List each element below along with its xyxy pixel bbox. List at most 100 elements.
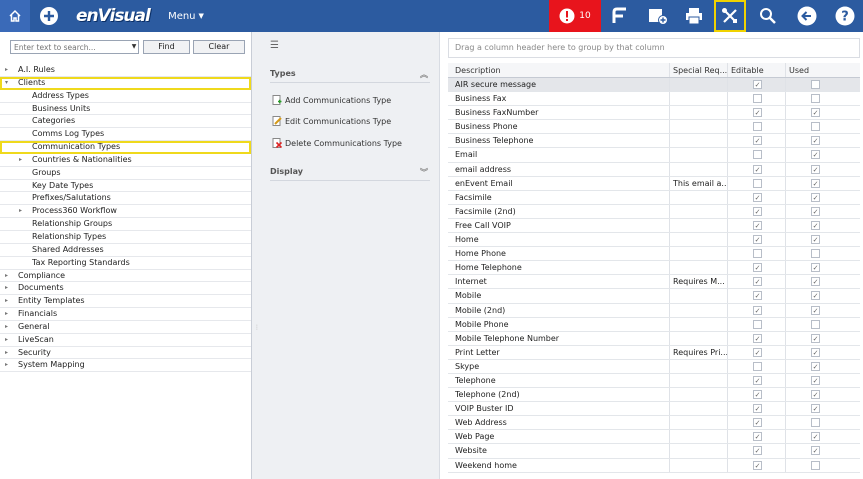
grid-row[interactable]: Weekend home ✓: [448, 458, 860, 473]
grid-row[interactable]: Business Telephone ✓ ✓: [448, 134, 860, 149]
grid-row[interactable]: Web Address ✓: [448, 416, 860, 431]
splitter-grip-icon[interactable]: ⋮: [254, 324, 260, 332]
grid-row[interactable]: Web Page ✓ ✓: [448, 430, 860, 445]
used-checkbox[interactable]: [811, 418, 820, 428]
editable-checkbox-checked[interactable]: ✓: [753, 108, 762, 118]
tree-node[interactable]: Relationship Types: [0, 231, 251, 244]
editable-checkbox-checked[interactable]: ✓: [753, 263, 762, 273]
tree-node[interactable]: ▸ General: [0, 321, 251, 334]
grid-row[interactable]: Mobile Phone: [448, 317, 860, 332]
collapse-up-icon[interactable]: ︽: [420, 69, 428, 80]
grid-row[interactable]: Home Phone: [448, 247, 860, 262]
editable-checkbox-checked[interactable]: ✓: [753, 390, 762, 400]
tree-node[interactable]: Communication Types: [0, 141, 251, 154]
hamburger-icon[interactable]: ☰: [270, 40, 279, 51]
editable-checkbox[interactable]: [753, 178, 762, 188]
delete-communications-type-action[interactable]: Delete Communications Type: [272, 136, 402, 150]
used-checkbox-checked[interactable]: ✓: [811, 404, 820, 414]
tree-node[interactable]: Prefixes/Salutations: [0, 192, 251, 206]
column-header-used[interactable]: Used: [786, 63, 860, 77]
grid-row[interactable]: email address ✓ ✓: [448, 162, 860, 177]
collapsed-arrow-icon[interactable]: ▸: [5, 359, 8, 372]
grid-row[interactable]: Website ✓ ✓: [448, 444, 860, 459]
grid-row[interactable]: VOIP Buster ID ✓ ✓: [448, 402, 860, 417]
tree-node[interactable]: Relationship Groups: [0, 218, 251, 231]
used-checkbox-checked[interactable]: ✓: [811, 277, 820, 287]
used-checkbox[interactable]: [811, 319, 820, 329]
used-checkbox-checked[interactable]: ✓: [811, 446, 820, 456]
used-checkbox[interactable]: [811, 80, 820, 89]
used-checkbox-checked[interactable]: ✓: [811, 361, 820, 371]
back-button[interactable]: [791, 0, 823, 32]
tree-node[interactable]: Categories: [0, 115, 251, 129]
editable-checkbox-checked[interactable]: ✓: [753, 404, 762, 414]
column-header-description[interactable]: Description: [448, 63, 670, 77]
grid-row[interactable]: Home ✓ ✓: [448, 233, 860, 248]
used-checkbox-checked[interactable]: ✓: [811, 108, 820, 118]
tree-node[interactable]: Tax Reporting Standards: [0, 257, 251, 270]
grid-row[interactable]: Facsimile (2nd) ✓ ✓: [448, 204, 860, 219]
grid-row[interactable]: Free Call VOIP ✓ ✓: [448, 218, 860, 234]
app-logo[interactable]: enVisual: [76, 0, 158, 32]
tree-node[interactable]: ▸ LiveScan: [0, 334, 251, 347]
tree-node[interactable]: Address Types: [0, 90, 251, 103]
collapsed-arrow-icon[interactable]: ▸: [5, 270, 8, 283]
collapsed-arrow-icon[interactable]: ▸: [5, 321, 8, 334]
used-checkbox[interactable]: [811, 94, 820, 104]
editable-checkbox-checked[interactable]: ✓: [753, 206, 762, 216]
editable-checkbox-checked[interactable]: ✓: [753, 192, 762, 202]
grid-row[interactable]: Telephone (2nd) ✓ ✓: [448, 388, 860, 403]
tree-node[interactable]: Key Date Types: [0, 180, 251, 193]
editable-checkbox-checked[interactable]: ✓: [753, 305, 762, 315]
collapsed-arrow-icon[interactable]: ▸: [19, 154, 22, 167]
used-checkbox-checked[interactable]: ✓: [811, 220, 820, 230]
editable-checkbox[interactable]: [753, 249, 762, 259]
used-checkbox-checked[interactable]: ✓: [811, 291, 820, 301]
grid-row[interactable]: Email ✓: [448, 148, 860, 163]
editable-checkbox-checked[interactable]: ✓: [753, 164, 762, 174]
grid-row[interactable]: Skype ✓: [448, 359, 860, 374]
add-page-button[interactable]: [641, 0, 675, 32]
grid-row[interactable]: AIR secure message ✓: [448, 78, 860, 93]
column-header-editable[interactable]: Editable: [728, 63, 786, 77]
used-checkbox-checked[interactable]: ✓: [811, 150, 820, 160]
used-checkbox-checked[interactable]: ✓: [811, 305, 820, 315]
used-checkbox-checked[interactable]: ✓: [811, 235, 820, 245]
print-button[interactable]: [677, 0, 711, 32]
editable-checkbox-checked[interactable]: ✓: [753, 333, 762, 343]
used-checkbox-checked[interactable]: ✓: [811, 432, 820, 442]
grid-row[interactable]: Business Phone: [448, 120, 860, 135]
grid-row[interactable]: Mobile ✓ ✓: [448, 289, 860, 304]
tree-node[interactable]: ▾ Clients: [0, 76, 251, 90]
editable-checkbox-checked[interactable]: ✓: [753, 291, 762, 301]
tree-node[interactable]: ▸ Documents: [0, 282, 251, 296]
tools-button[interactable]: [714, 0, 746, 32]
used-checkbox-checked[interactable]: ✓: [811, 136, 820, 146]
used-checkbox-checked[interactable]: ✓: [811, 178, 820, 188]
expanded-arrow-icon[interactable]: ▾: [5, 77, 8, 90]
grid-row[interactable]: Telephone ✓ ✓: [448, 373, 860, 389]
types-section-header[interactable]: Types ︽: [270, 69, 430, 83]
collapsed-arrow-icon[interactable]: ▸: [5, 282, 8, 295]
editable-checkbox-checked[interactable]: ✓: [753, 375, 762, 385]
editable-checkbox-checked[interactable]: ✓: [753, 432, 762, 442]
editable-checkbox[interactable]: [753, 94, 762, 104]
display-section-header[interactable]: Display ︾: [270, 167, 430, 181]
grid-row[interactable]: Print Letter Requires Pri... ✓ ✓: [448, 345, 860, 360]
collapsed-arrow-icon[interactable]: ▸: [5, 334, 8, 347]
editable-checkbox[interactable]: [753, 319, 762, 329]
editable-checkbox[interactable]: [753, 361, 762, 371]
used-checkbox-checked[interactable]: ✓: [811, 263, 820, 273]
tree-node[interactable]: ▸ Compliance: [0, 270, 251, 283]
used-checkbox-checked[interactable]: ✓: [811, 164, 820, 174]
editable-checkbox-checked[interactable]: ✓: [753, 235, 762, 245]
tree-node[interactable]: Comms Log Types: [0, 128, 251, 142]
tree-node[interactable]: ▸ Countries & Nationalities: [0, 154, 251, 167]
search-button[interactable]: [752, 0, 784, 32]
used-checkbox-checked[interactable]: ✓: [811, 206, 820, 216]
tree-node[interactable]: ▸ A.I. Rules: [0, 64, 251, 77]
menu-button[interactable]: Menu ▼: [166, 0, 206, 32]
editable-checkbox-checked[interactable]: ✓: [753, 460, 762, 470]
tree-node[interactable]: ▸ Entity Templates: [0, 295, 251, 309]
alerts-button[interactable]: 10: [549, 0, 601, 32]
